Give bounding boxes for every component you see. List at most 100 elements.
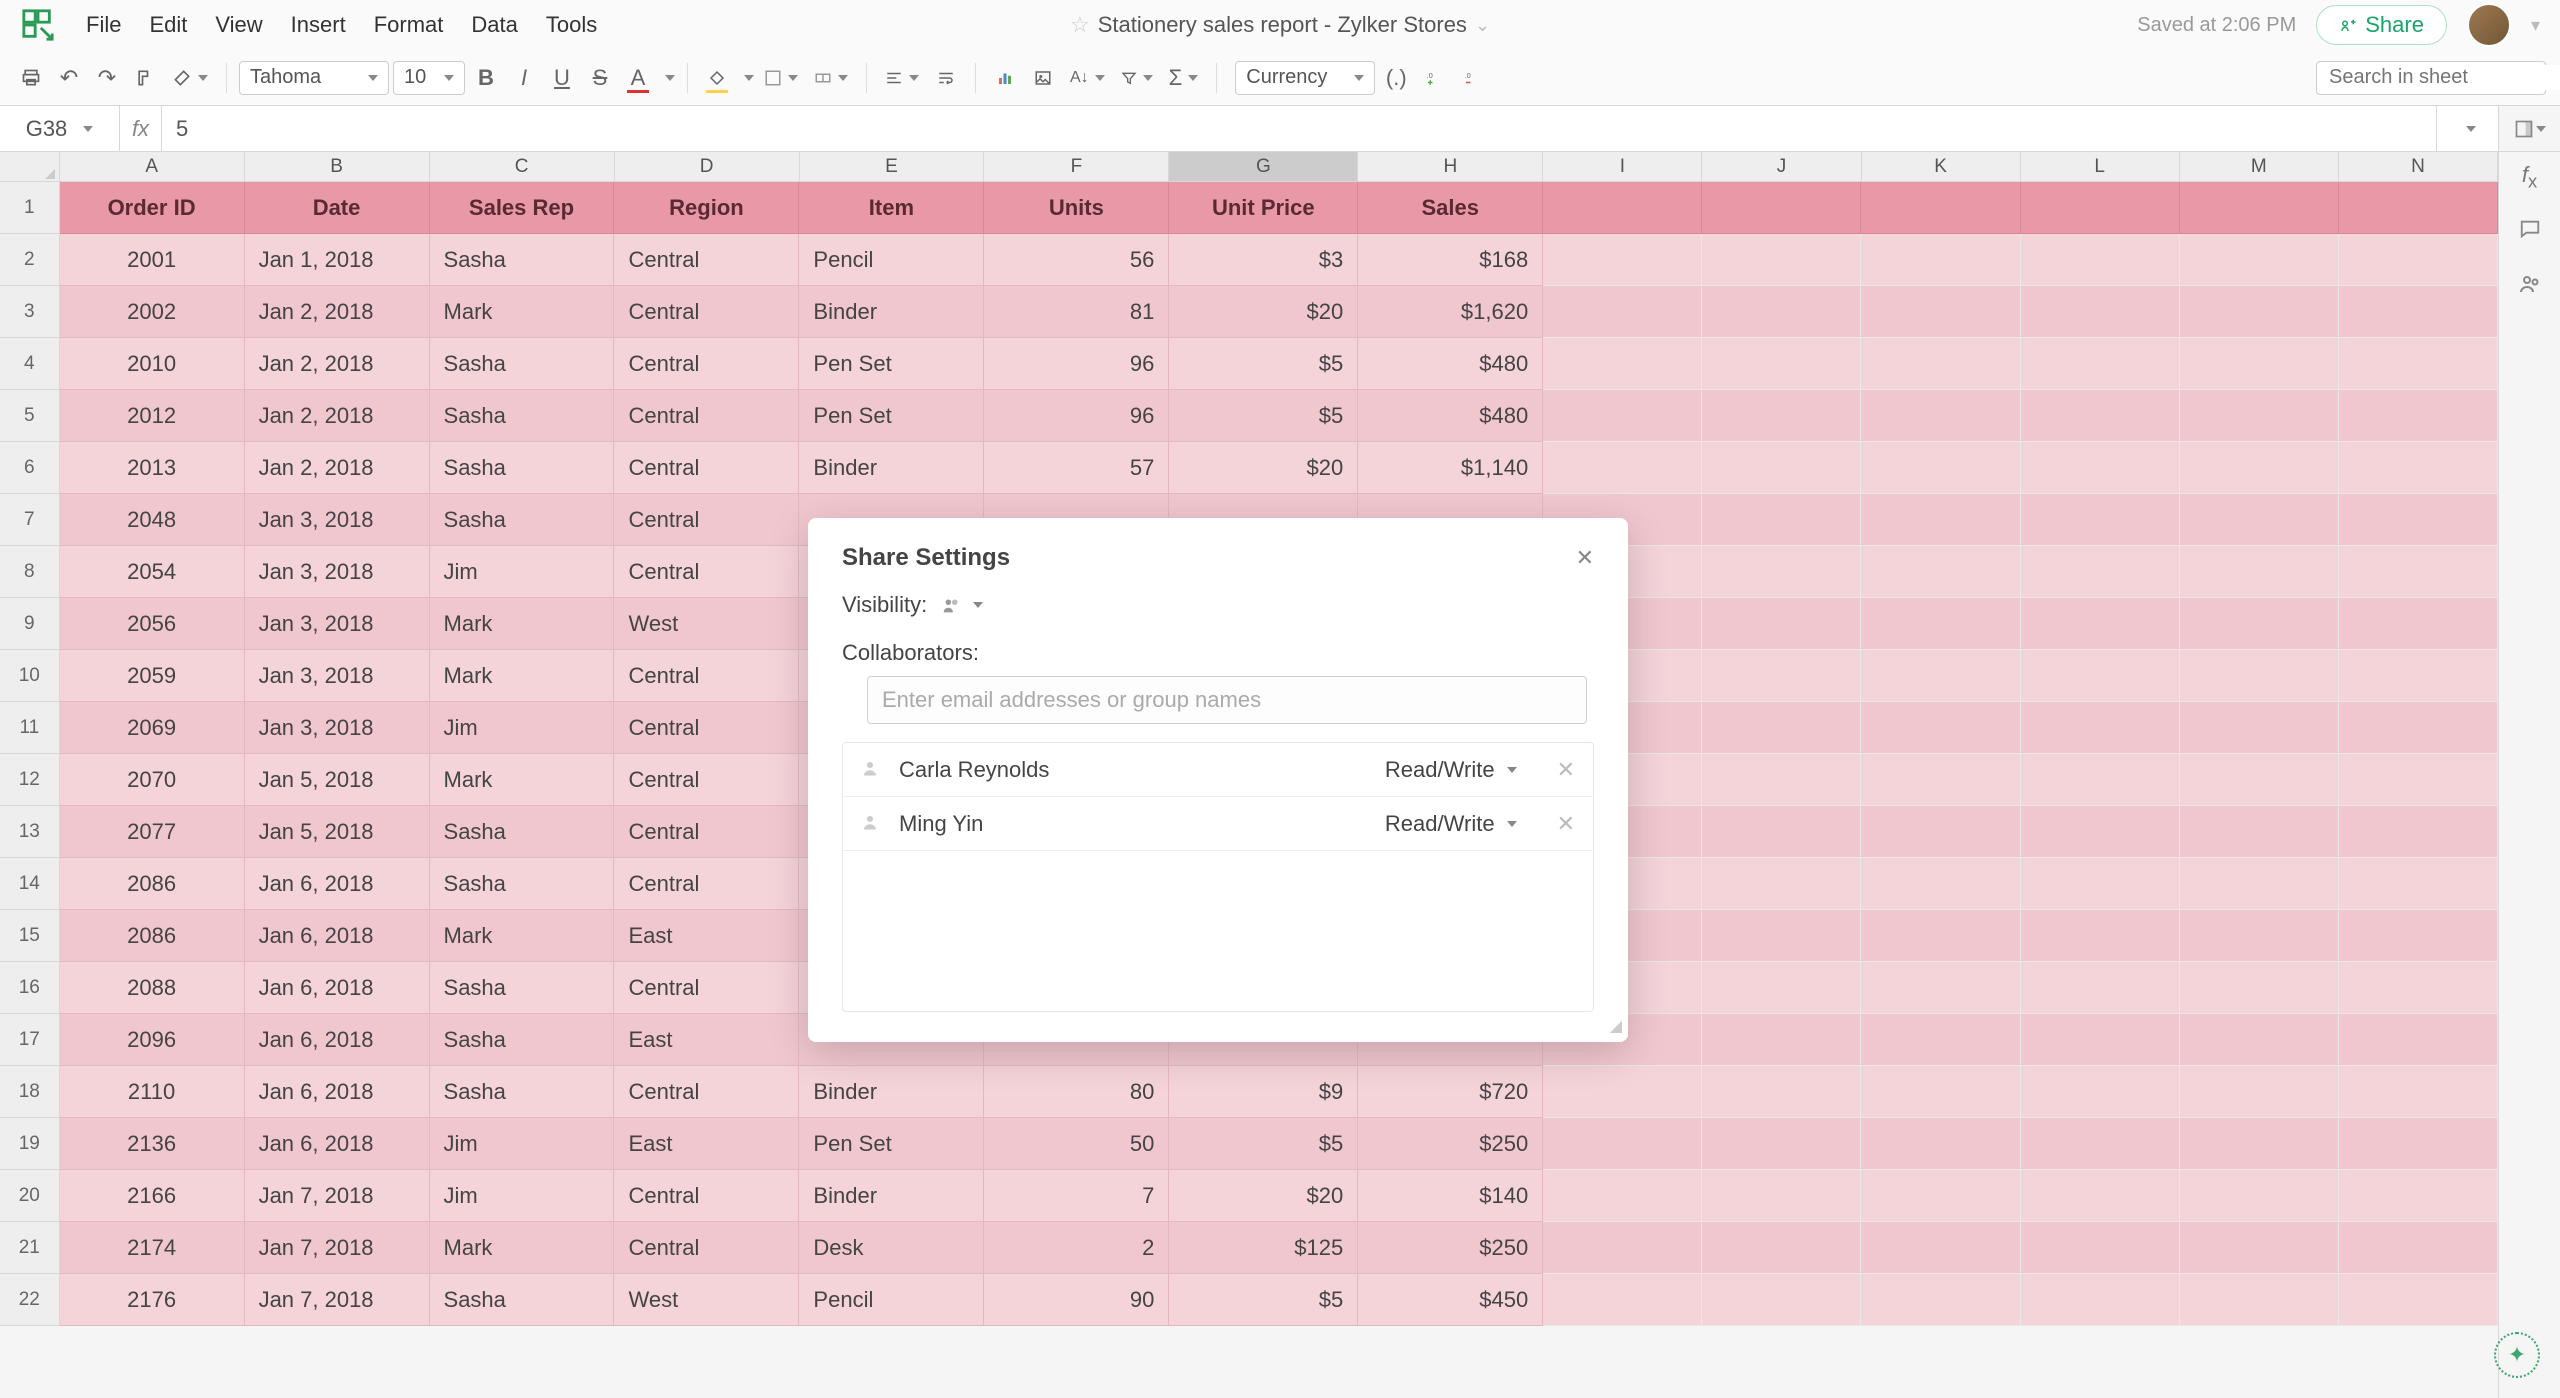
cell[interactable] bbox=[2180, 910, 2339, 962]
col-header-A[interactable]: A bbox=[60, 152, 245, 181]
cell[interactable] bbox=[2021, 1118, 2180, 1170]
cell[interactable]: Binder bbox=[799, 1066, 984, 1118]
cell[interactable]: 2069 bbox=[60, 702, 245, 754]
cell[interactable]: 50 bbox=[984, 1118, 1169, 1170]
cell[interactable]: Central bbox=[614, 858, 799, 910]
cell[interactable] bbox=[2021, 494, 2180, 546]
cell[interactable]: Pencil bbox=[799, 1274, 984, 1326]
align-button[interactable] bbox=[879, 61, 925, 95]
cell[interactable] bbox=[2180, 1014, 2339, 1066]
select-all-corner[interactable] bbox=[0, 152, 60, 181]
cell[interactable] bbox=[2339, 650, 2498, 702]
cell[interactable]: Central bbox=[614, 754, 799, 806]
menu-format[interactable]: Format bbox=[374, 12, 444, 38]
cell[interactable] bbox=[1861, 390, 2020, 442]
permission-dropdown[interactable]: Read/Write bbox=[1385, 811, 1517, 837]
cell[interactable] bbox=[2021, 1222, 2180, 1274]
cell[interactable] bbox=[2339, 1170, 2498, 1222]
cell[interactable] bbox=[1702, 1222, 1861, 1274]
cell[interactable]: 2010 bbox=[60, 338, 245, 390]
cell[interactable] bbox=[1861, 962, 2020, 1014]
cell[interactable]: Jan 3, 2018 bbox=[245, 598, 430, 650]
cell[interactable] bbox=[2180, 182, 2339, 234]
row-header[interactable]: 15 bbox=[0, 910, 60, 962]
cell[interactable] bbox=[2180, 1274, 2339, 1326]
cell[interactable]: $140 bbox=[1358, 1170, 1543, 1222]
row-header[interactable]: 6 bbox=[0, 442, 60, 494]
cell[interactable]: Mark bbox=[430, 650, 615, 702]
cell[interactable] bbox=[2021, 182, 2180, 234]
cell[interactable] bbox=[2180, 1118, 2339, 1170]
cell[interactable]: $125 bbox=[1169, 1222, 1358, 1274]
col-header-H[interactable]: H bbox=[1358, 152, 1543, 181]
cell[interactable]: Jan 7, 2018 bbox=[245, 1170, 430, 1222]
cell[interactable] bbox=[2180, 546, 2339, 598]
cell[interactable] bbox=[2021, 546, 2180, 598]
increase-decimal-button[interactable]: .0 bbox=[1417, 61, 1451, 95]
row-header[interactable]: 14 bbox=[0, 858, 60, 910]
row-header[interactable]: 16 bbox=[0, 962, 60, 1014]
cell[interactable] bbox=[2021, 338, 2180, 390]
cell[interactable] bbox=[2339, 598, 2498, 650]
account-caret-icon[interactable]: ▾ bbox=[2531, 15, 2540, 36]
row-header[interactable]: 18 bbox=[0, 1066, 60, 1118]
cell[interactable] bbox=[1861, 754, 2020, 806]
col-header-J[interactable]: J bbox=[1702, 152, 1861, 181]
cell[interactable] bbox=[1861, 1066, 2020, 1118]
cell[interactable]: Central bbox=[614, 702, 799, 754]
cell[interactable]: Jan 6, 2018 bbox=[245, 858, 430, 910]
cell[interactable] bbox=[2339, 494, 2498, 546]
cell[interactable]: 2136 bbox=[60, 1118, 245, 1170]
cell[interactable]: 96 bbox=[984, 338, 1169, 390]
cell[interactable]: Jan 6, 2018 bbox=[245, 1118, 430, 1170]
font-select[interactable]: Tahoma bbox=[239, 61, 389, 95]
cell[interactable] bbox=[1702, 910, 1861, 962]
row-header[interactable]: 3 bbox=[0, 286, 60, 338]
name-box[interactable]: G38 bbox=[0, 106, 120, 151]
chart-button[interactable] bbox=[988, 61, 1022, 95]
cell[interactable]: $3 bbox=[1169, 234, 1358, 286]
cell[interactable] bbox=[1543, 390, 1702, 442]
expand-formula-bar[interactable] bbox=[2436, 106, 2498, 151]
row-header[interactable]: 4 bbox=[0, 338, 60, 390]
underline-button[interactable]: U bbox=[545, 61, 579, 95]
cell[interactable] bbox=[2021, 390, 2180, 442]
search-sheet[interactable] bbox=[2316, 61, 2546, 95]
cell[interactable] bbox=[1861, 1014, 2020, 1066]
cell[interactable]: Binder bbox=[799, 286, 984, 338]
collaborator-email-input[interactable] bbox=[867, 676, 1587, 724]
menu-tools[interactable]: Tools bbox=[546, 12, 597, 38]
cell[interactable]: Central bbox=[614, 338, 799, 390]
text-color-button[interactable]: A bbox=[621, 61, 655, 95]
cell[interactable] bbox=[2180, 1170, 2339, 1222]
menu-data[interactable]: Data bbox=[471, 12, 517, 38]
col-header-C[interactable]: C bbox=[430, 152, 615, 181]
cell[interactable]: Central bbox=[614, 962, 799, 1014]
cell[interactable] bbox=[2339, 806, 2498, 858]
cell[interactable] bbox=[1861, 1222, 2020, 1274]
col-header-N[interactable]: N bbox=[2339, 152, 2498, 181]
cell[interactable]: Central bbox=[614, 650, 799, 702]
row-header[interactable]: 11 bbox=[0, 702, 60, 754]
cell[interactable] bbox=[2339, 338, 2498, 390]
cell[interactable] bbox=[1861, 338, 2020, 390]
cell[interactable] bbox=[2339, 1274, 2498, 1326]
cell[interactable]: 80 bbox=[984, 1066, 1169, 1118]
cell[interactable] bbox=[1702, 494, 1861, 546]
decrease-decimal-button[interactable]: .0 bbox=[1455, 61, 1489, 95]
cell[interactable] bbox=[2021, 598, 2180, 650]
header-cell[interactable]: Date bbox=[245, 182, 430, 234]
cell[interactable] bbox=[2180, 858, 2339, 910]
cell[interactable]: $5 bbox=[1169, 1118, 1358, 1170]
row-header[interactable]: 2 bbox=[0, 234, 60, 286]
cell[interactable]: East bbox=[614, 1014, 799, 1066]
cell[interactable] bbox=[1702, 754, 1861, 806]
cell[interactable] bbox=[1861, 858, 2020, 910]
image-button[interactable] bbox=[1026, 61, 1060, 95]
cell[interactable] bbox=[1543, 1222, 1702, 1274]
cell[interactable] bbox=[1861, 442, 2020, 494]
cell[interactable] bbox=[1702, 286, 1861, 338]
cell[interactable] bbox=[1861, 1118, 2020, 1170]
merge-button[interactable] bbox=[808, 61, 854, 95]
cell[interactable]: 2088 bbox=[60, 962, 245, 1014]
